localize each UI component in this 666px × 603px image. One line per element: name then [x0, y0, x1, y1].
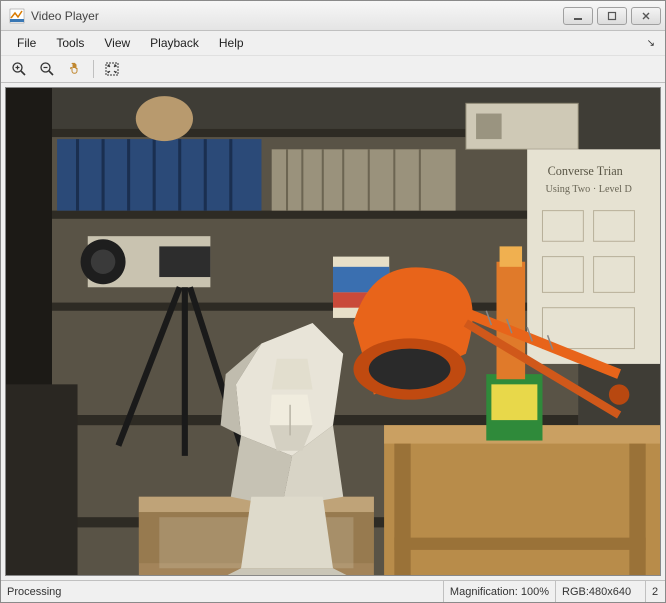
- menu-help[interactable]: Help: [209, 33, 254, 53]
- close-button[interactable]: [631, 7, 661, 25]
- window-controls: [563, 7, 661, 25]
- svg-text:Converse Trian: Converse Trian: [548, 164, 623, 178]
- menubar: File Tools View Playback Help ↘: [1, 31, 665, 55]
- toolbar: [1, 55, 665, 83]
- status-format: RGB:480x640: [555, 581, 645, 602]
- magnification-label: Magnification:: [450, 586, 518, 598]
- status-magnification: Magnification: 100%: [443, 581, 555, 602]
- content-area: Converse Trian Using Two · Level D: [1, 83, 665, 580]
- video-frame-image: Converse Trian Using Two · Level D: [6, 88, 660, 576]
- menu-view[interactable]: View: [94, 33, 140, 53]
- window-title: Video Player: [31, 9, 563, 23]
- svg-text:Using Two · Level D: Using Two · Level D: [546, 184, 632, 195]
- zoom-in-button[interactable]: [7, 58, 31, 80]
- magnification-value: 100%: [521, 586, 549, 598]
- statusbar: Processing Magnification: 100% RGB:480x6…: [1, 580, 665, 602]
- fit-to-window-button[interactable]: [100, 58, 124, 80]
- maximize-button[interactable]: [597, 7, 627, 25]
- pan-button[interactable]: [63, 58, 87, 80]
- menu-playback[interactable]: Playback: [140, 33, 209, 53]
- toolbar-separator: [93, 60, 94, 78]
- zoom-out-button[interactable]: [35, 58, 59, 80]
- menu-tools[interactable]: Tools: [46, 33, 94, 53]
- menu-file[interactable]: File: [7, 33, 46, 53]
- status-state: Processing: [1, 581, 443, 602]
- app-icon: [9, 8, 25, 24]
- app-window: Video Player File Tools View Playback He…: [0, 0, 666, 603]
- titlebar: Video Player: [1, 1, 665, 31]
- status-frame: 2: [645, 581, 665, 602]
- toolbar-overflow-icon[interactable]: ↘: [647, 38, 659, 49]
- video-viewport[interactable]: Converse Trian Using Two · Level D: [5, 87, 661, 576]
- minimize-button[interactable]: [563, 7, 593, 25]
